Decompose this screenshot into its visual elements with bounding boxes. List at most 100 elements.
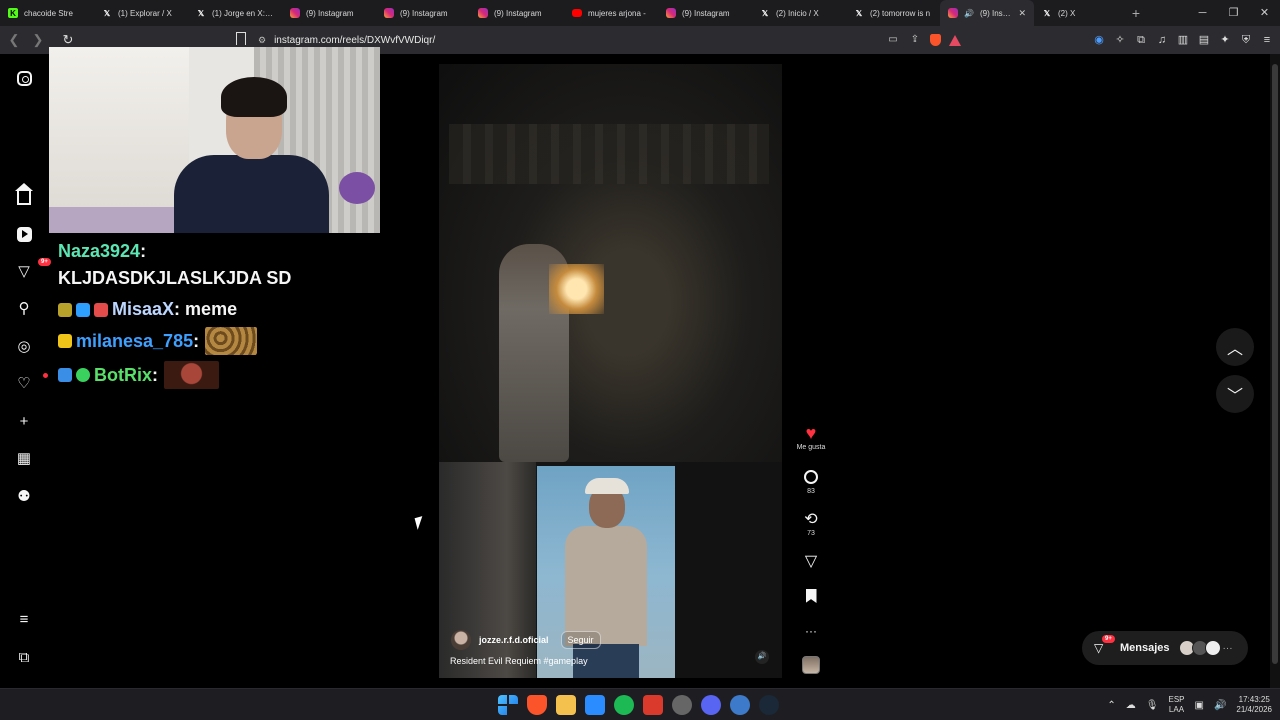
messages-icon[interactable]: ▽ 9+ [14,258,51,281]
browser-tab-active[interactable]: 🔊 (9) Instag ✕ [940,0,1034,26]
browser-tab[interactable]: mujeres arjona - [564,0,658,26]
explore-icon[interactable]: ◎ [14,336,34,356]
next-reel-button[interactable]: ﹀ [1216,375,1254,413]
screenshot-icon[interactable]: ⧉ [1134,33,1148,47]
minimize-button[interactable]: ─ [1187,0,1218,26]
brave-rewards-icon[interactable] [949,34,961,46]
reels-icon[interactable] [14,224,34,244]
extensions-icon[interactable]: ✧ [1113,33,1127,47]
chevron-up-icon: ︿ [1226,341,1243,358]
clock-date: 21/4/2026 [1236,705,1272,714]
home-icon[interactable] [14,183,34,206]
profile-avatar-icon[interactable]: ⚉ [14,486,34,506]
chat-app-icon[interactable] [672,695,692,715]
clock[interactable]: 17:43:25 21/4/2026 [1236,695,1272,715]
onedrive-icon[interactable]: ☁ [1126,700,1136,711]
close-window-button[interactable]: ✕ [1249,0,1280,26]
ghost-plush [339,172,375,204]
calendar-app-icon[interactable] [643,695,663,715]
brave-browser-icon[interactable] [527,695,547,715]
notifications-heart-icon[interactable]: ♡ [14,373,48,393]
browser-tab[interactable]: (9) Instagram [282,0,376,26]
file-explorer-icon[interactable] [556,695,576,715]
audio-button[interactable] [790,656,832,674]
dashboard-icon[interactable]: ▦ [14,448,34,468]
streamer-webcam [49,47,380,233]
window-controls: ─ ❐ ✕ [1187,0,1280,26]
page-scrollbar[interactable] [1270,54,1280,688]
browser-tab[interactable]: Kchacoide Stre [0,0,94,26]
cast-icon[interactable]: ▭ [886,33,900,47]
browser-tab[interactable]: (9) Instagram [658,0,752,26]
follow-button[interactable]: Seguir [560,631,601,649]
messages-button[interactable]: ▽ 9+ Mensajes ··· [1082,631,1248,665]
site-info-icon[interactable]: ⚙ [258,35,266,46]
owner-avatar[interactable] [451,630,471,650]
steam-icon[interactable] [759,695,779,715]
volume-icon[interactable]: 🔊 [1214,700,1226,711]
x-icon: 𝕏 [103,8,111,18]
back-button[interactable]: ❮ [4,32,24,48]
music-icon[interactable]: ♫ [1155,33,1169,47]
browser-tab[interactable]: (9) Instagram [470,0,564,26]
more-options-button[interactable]: ··· [790,622,832,640]
url-text[interactable]: instagram.com/reels/DXWvfVWDiqr/ [274,35,435,46]
audio-playing-icon[interactable]: ◉ [1092,33,1106,47]
forward-button[interactable]: ❯ [28,32,48,48]
reload-button[interactable]: ↻ [58,32,78,48]
wallet-icon[interactable]: ▤ [1197,33,1211,47]
heart-filled-icon: ♥ [805,422,817,443]
discord-icon[interactable] [701,695,721,715]
reel-caption: Resident Evil Requiem #gameplay [450,656,588,666]
windows-start-icon[interactable] [498,695,518,715]
repost-count: 73 [807,530,815,537]
comment-button[interactable]: 83 [790,468,832,495]
browser-tab[interactable]: 𝕏 (1) Jorge en X: "E [188,0,282,26]
gem-badge-icon [76,302,90,317]
ccleaner-icon[interactable] [730,695,750,715]
leo-ai-icon[interactable]: ✦ [1218,33,1232,47]
like-button[interactable]: ♥ Me gusta [790,422,832,452]
speaker-icon[interactable]: 🔊 [964,9,974,18]
more-menu-icon[interactable]: ≡ [14,609,34,629]
browser-tab[interactable]: 𝕏 (2) tomorrow is n [846,0,940,26]
browser-tab[interactable]: 𝕏 (2) X [1034,0,1104,26]
repost-button[interactable]: ⟲ 73 [790,510,832,537]
share-icon[interactable]: ⇪ [908,33,922,47]
bing-icon[interactable] [585,695,605,715]
save-button[interactable] [790,587,832,605]
scrollbar-thumb[interactable] [1272,64,1278,664]
clock-time: 17:43:25 [1238,695,1270,704]
brave-shields-icon[interactable] [930,34,941,46]
chevron-up-icon[interactable]: ⌃ [1107,700,1115,711]
reel-video[interactable]: jozze.r.f.d.oficial Seguir Resident Evil… [439,64,782,678]
instagram-logo-icon[interactable] [14,68,34,88]
bookmark-icon[interactable] [236,32,246,45]
x-icon: 𝕏 [1043,8,1051,18]
audio-thumbnail [802,656,820,674]
x-icon: 𝕏 [197,8,205,18]
menu-icon[interactable]: ≡ [1260,33,1274,47]
notification-dot [43,373,48,378]
also-from-meta-icon[interactable]: ⧉ [14,647,34,667]
language-indicator[interactable]: ESP LAA [1168,695,1184,715]
create-plus-icon[interactable]: + [14,411,34,431]
maximize-button[interactable]: ❐ [1218,0,1249,26]
volume-icon[interactable]: 🔊 [755,650,769,664]
share-button[interactable]: ▽ [790,552,832,570]
browser-tab[interactable]: 𝕏 (1) Explorar / X [94,0,188,26]
browser-tab[interactable]: (9) Instagram [376,0,470,26]
keyboard-layout: LAA [1168,705,1185,714]
microphone-icon[interactable]: 🎙 [1146,700,1159,711]
spotify-icon[interactable] [614,695,634,715]
previous-reel-button[interactable]: ︿ [1216,328,1254,366]
new-tab-button[interactable]: + [1124,5,1148,21]
search-icon[interactable]: ⚲ [14,298,34,318]
sidebar-icon[interactable]: ▥ [1176,33,1190,47]
close-tab-icon[interactable]: ✕ [1018,8,1026,19]
repost-icon: ⟲ [804,511,818,528]
network-icon[interactable]: ▣ [1195,700,1204,711]
owner-username[interactable]: jozze.r.f.d.oficial [479,635,549,645]
vpn-icon[interactable]: ⛨ [1239,33,1253,47]
browser-tab[interactable]: 𝕏 (2) Inicio / X [752,0,846,26]
